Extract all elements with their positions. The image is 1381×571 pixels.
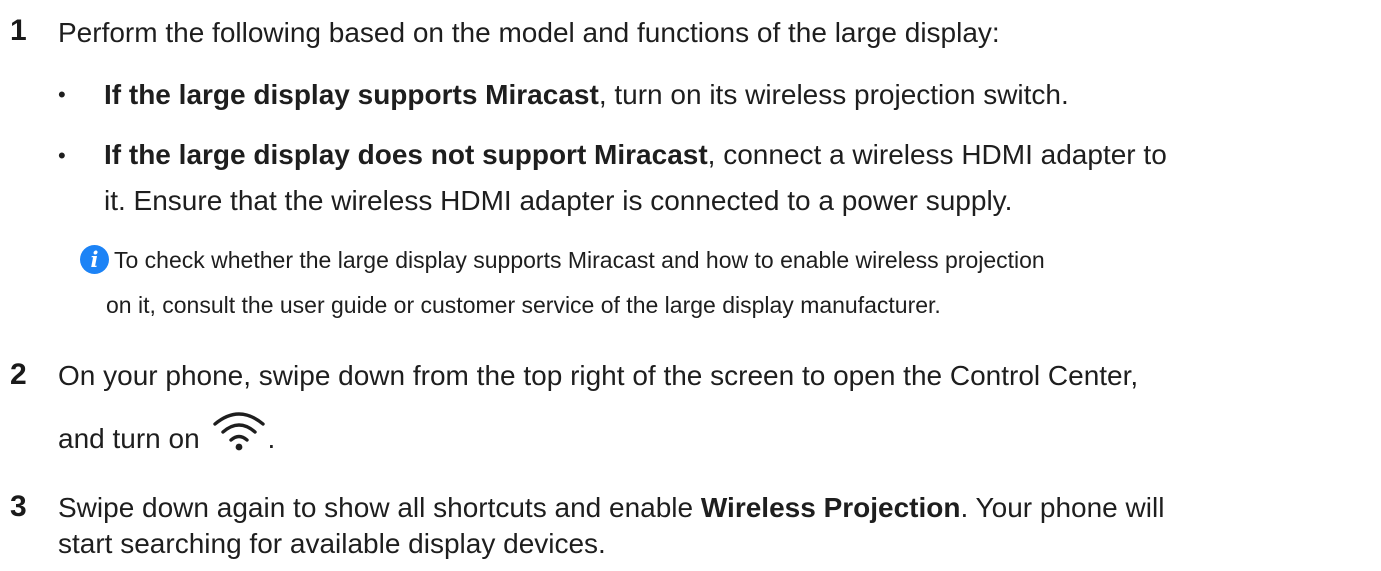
note-line-1: To check whether the large display suppo… [114,247,1045,273]
bullet-1-text: , turn on its wireless projection switch… [598,79,1069,110]
bullet-marker: • [58,143,66,168]
wireless-projection-label: Wireless Projection [700,492,961,523]
wifi-icon [213,412,266,451]
step-1-number: 1 [10,14,27,47]
step-1-bullet-2: If the large display does not support Mi… [104,137,1167,173]
step-1-intro: Perform the following based on the model… [58,17,1000,48]
bullet-2-text: , connect a wireless HDMI adapter to [707,139,1167,170]
step-2-number: 2 [10,358,27,391]
step-2-after-icon: . [267,423,276,454]
step-1-bullet-2-continuation: it. Ensure that the wireless HDMI adapte… [104,185,1013,216]
step-2-line-2: and turn on . [58,408,275,457]
step-2-before-icon: and turn on [58,423,200,454]
step-3-line-2: start searching for available display de… [58,528,606,559]
step-2-line-1: On your phone, swipe down from the top r… [58,360,1139,391]
info-icon: i [80,245,109,274]
step-3-line-1: Swipe down again to show all shortcuts a… [58,490,1164,526]
bullet-2-bold-text: If the large display does not support Mi… [104,139,708,170]
step-3-text-1: Swipe down again to show all shortcuts a… [58,492,701,523]
step-3-number: 3 [10,490,27,523]
bullet-1-bold-text: If the large display supports Miracast [104,79,599,110]
step-1-bullet-1: If the large display supports Miracast, … [104,77,1069,113]
step-3-text-2: . Your phone will [960,492,1165,523]
note-line-2: on it, consult the user guide or custome… [106,292,941,318]
bullet-marker: • [58,82,66,107]
